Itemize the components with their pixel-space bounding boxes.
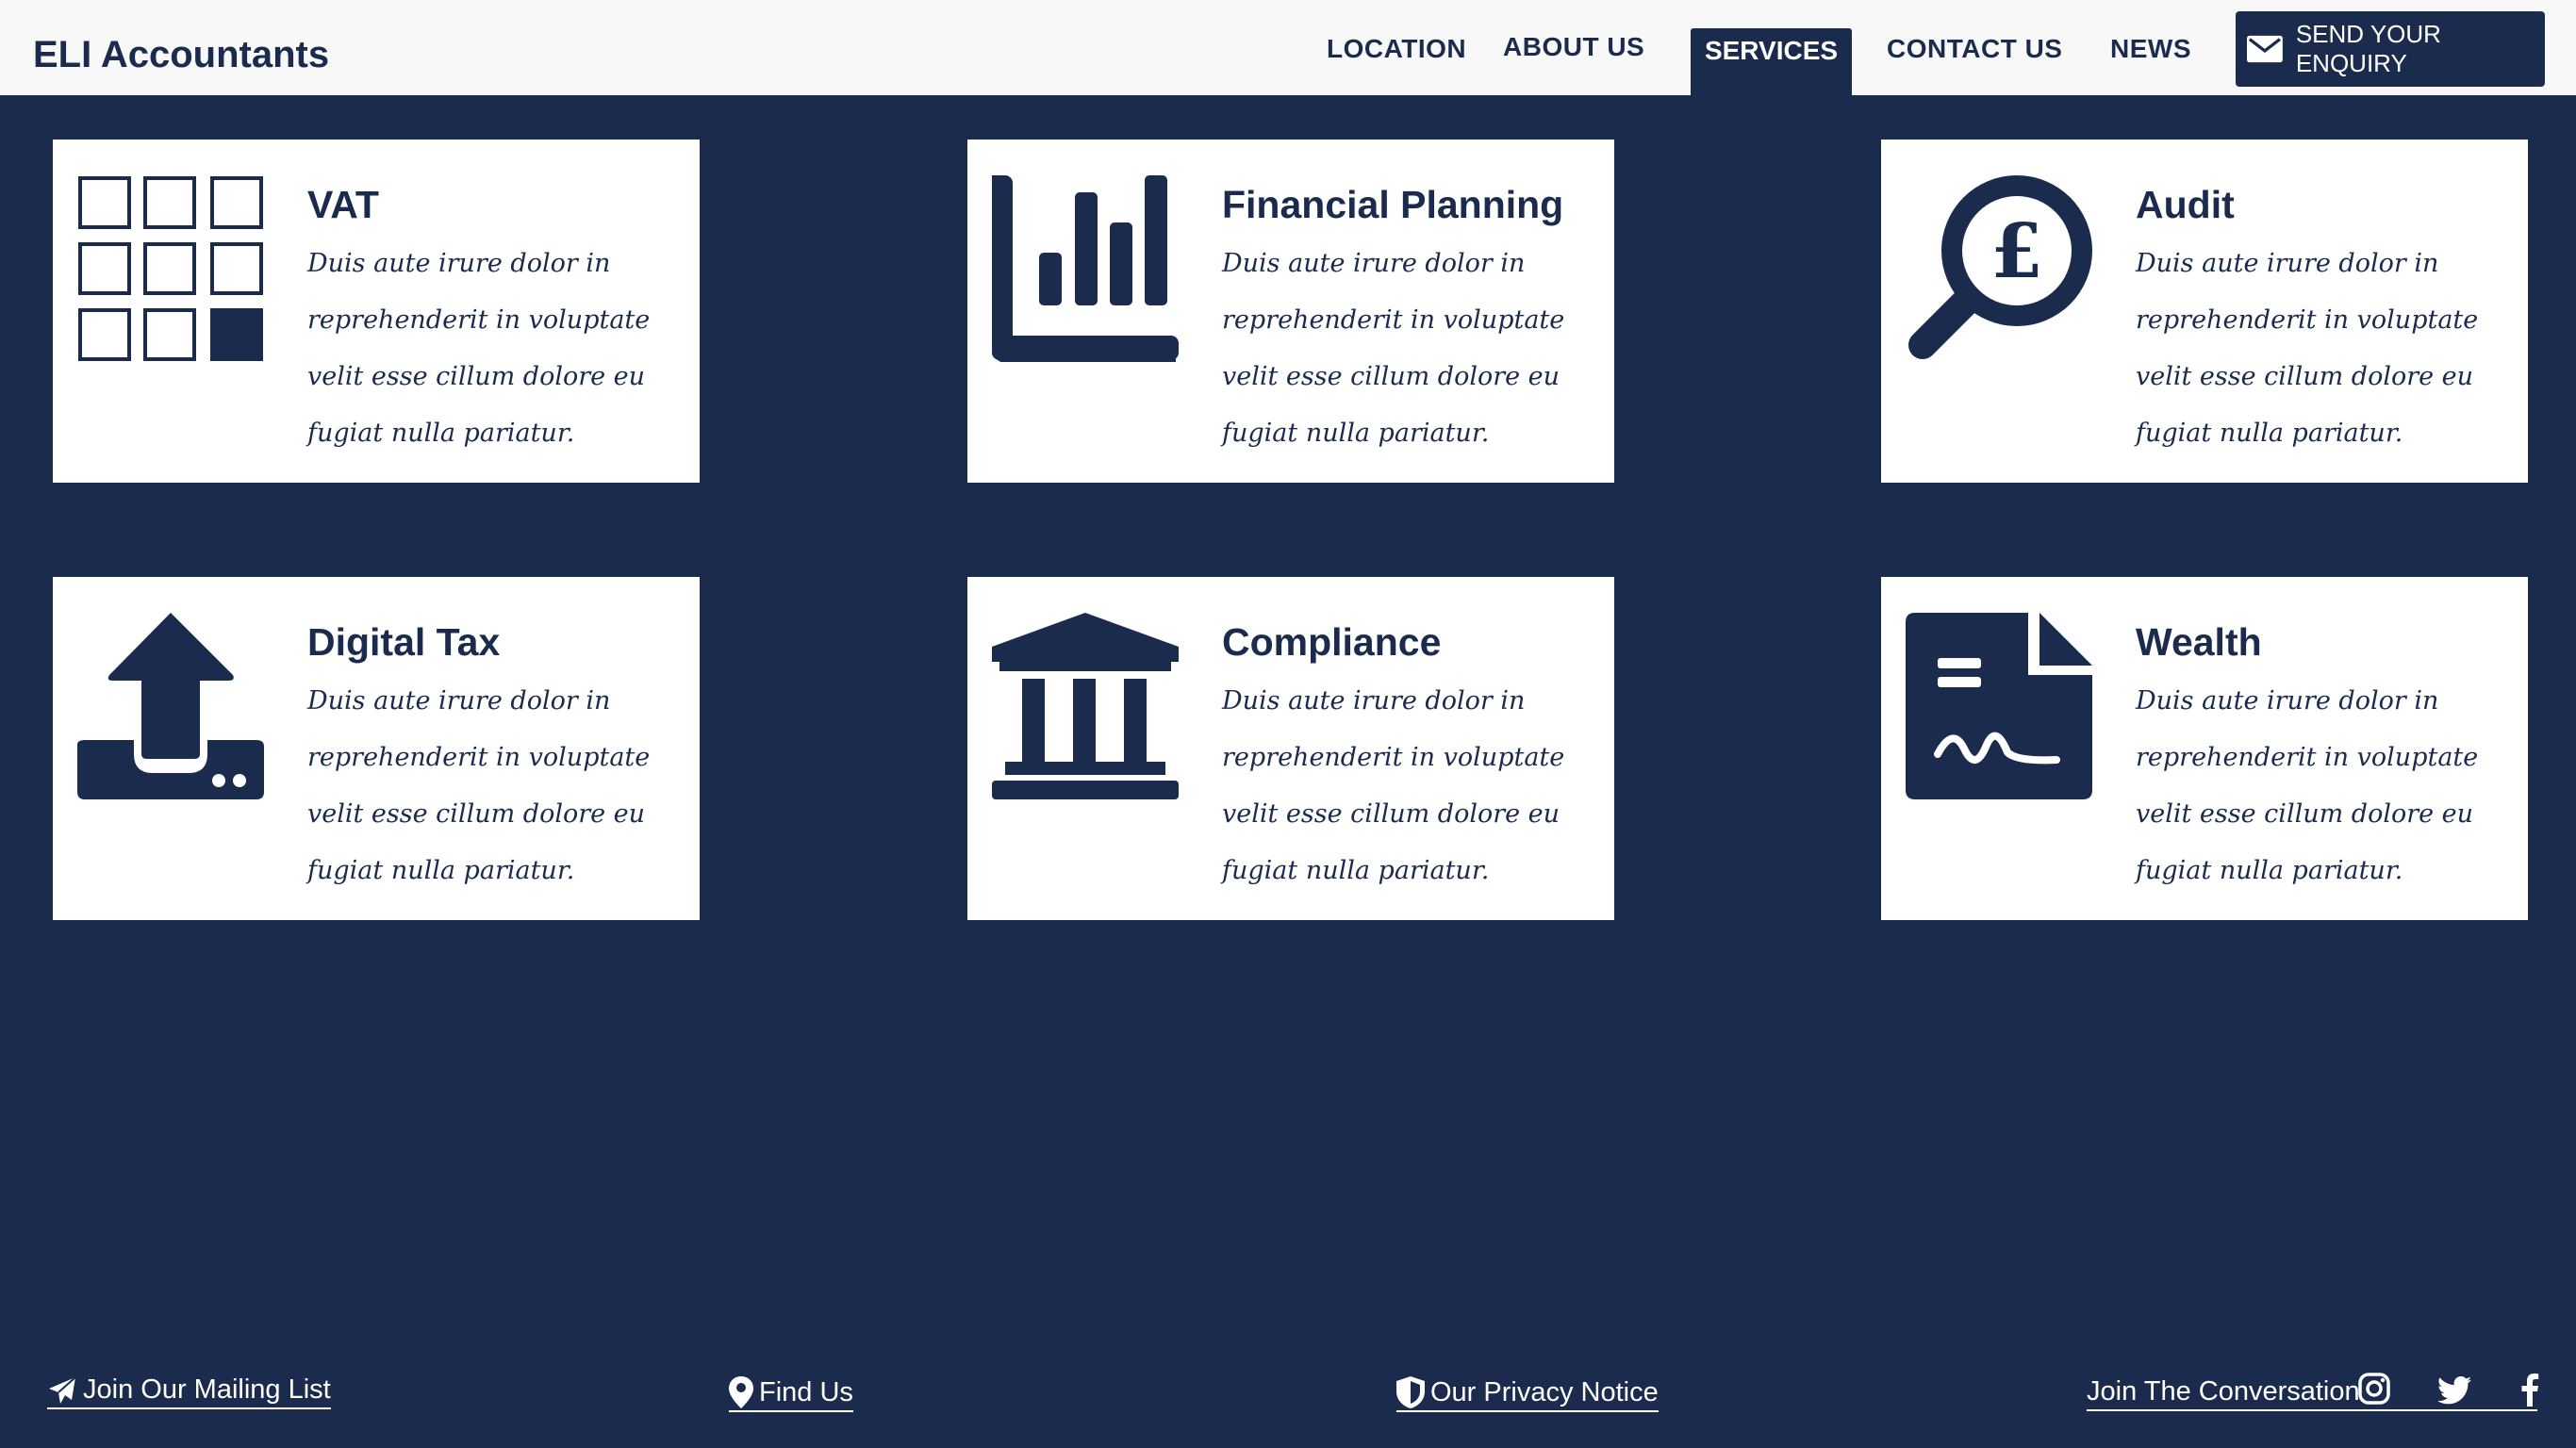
- card-title: Financial Planning: [1222, 183, 1564, 226]
- service-card-financial-planning[interactable]: Financial Planning Duis aute irure dolor…: [967, 140, 1614, 483]
- card-title: Wealth: [2136, 620, 2262, 664]
- card-title: Digital Tax: [307, 620, 501, 664]
- instagram-icon[interactable]: [2358, 1373, 2390, 1405]
- join-mailing-list-link[interactable]: Join Our Mailing List: [47, 1374, 331, 1409]
- send-enquiry-label: SEND YOUR ENQUIRY: [2295, 20, 2441, 77]
- card-description: Duis aute irure dolor in reprehenderit i…: [1222, 249, 1565, 448]
- card-description: Duis aute irure dolor in reprehenderit i…: [307, 686, 651, 885]
- find-us-link[interactable]: Find Us: [729, 1376, 853, 1412]
- nav-location[interactable]: LOCATION: [1327, 34, 1466, 64]
- card-title: Audit: [2136, 183, 2235, 226]
- card-description: Duis aute irure dolor in reprehenderit i…: [2136, 249, 2479, 448]
- bar-chart-icon: [992, 175, 1179, 362]
- shield-icon: [1396, 1376, 1425, 1408]
- nav-about-us[interactable]: ABOUT US: [1503, 32, 1644, 62]
- join-mailing-list-label: Join Our Mailing List: [83, 1374, 331, 1405]
- service-card-digital-tax[interactable]: Digital Tax Duis aute irure dolor in rep…: [53, 577, 700, 920]
- upload-tray-icon: [77, 613, 264, 799]
- card-description: Duis aute irure dolor in reprehenderit i…: [1222, 686, 1565, 885]
- bank-icon: [992, 613, 1179, 799]
- nav-news[interactable]: NEWS: [2110, 34, 2191, 64]
- service-card-audit[interactable]: £ Audit Duis aute irure dolor in reprehe…: [1881, 140, 2528, 483]
- nav-contact-us[interactable]: CONTACT US: [1887, 34, 2062, 64]
- envelope-icon: [2247, 35, 2283, 63]
- location-pin-icon: [729, 1376, 753, 1408]
- facebook-icon[interactable]: [2520, 1373, 2539, 1407]
- search-pound-icon: £: [1908, 175, 2092, 359]
- grid-icon: [78, 176, 263, 361]
- signed-document-icon: [1906, 613, 2092, 799]
- site-header: ELI Accountants LOCATION ABOUT US SERVIC…: [0, 0, 2576, 95]
- service-card-compliance[interactable]: Compliance Duis aute irure dolor in repr…: [967, 577, 1614, 920]
- twitter-icon[interactable]: [2438, 1376, 2472, 1405]
- join-conversation-label: Join The Conversation: [2087, 1376, 2360, 1407]
- card-description: Duis aute irure dolor in reprehenderit i…: [2136, 686, 2479, 885]
- svg-text:£: £: [1990, 206, 2043, 295]
- card-title: Compliance: [1222, 620, 1442, 664]
- brand-logo-text[interactable]: ELI Accountants: [33, 34, 329, 76]
- privacy-notice-label: Our Privacy Notice: [1430, 1376, 1659, 1407]
- card-description: Duis aute irure dolor in reprehenderit i…: [307, 249, 651, 448]
- send-enquiry-button[interactable]: SEND YOUR ENQUIRY: [2236, 11, 2545, 87]
- privacy-notice-link[interactable]: Our Privacy Notice: [1396, 1376, 1659, 1412]
- card-title: VAT: [307, 183, 379, 226]
- paper-plane-icon: [49, 1375, 76, 1404]
- nav-services[interactable]: SERVICES: [1691, 28, 1852, 95]
- service-card-vat[interactable]: VAT Duis aute irure dolor in reprehender…: [53, 140, 700, 483]
- service-card-wealth[interactable]: Wealth Duis aute irure dolor in reprehen…: [1881, 577, 2528, 920]
- find-us-label: Find Us: [759, 1376, 853, 1407]
